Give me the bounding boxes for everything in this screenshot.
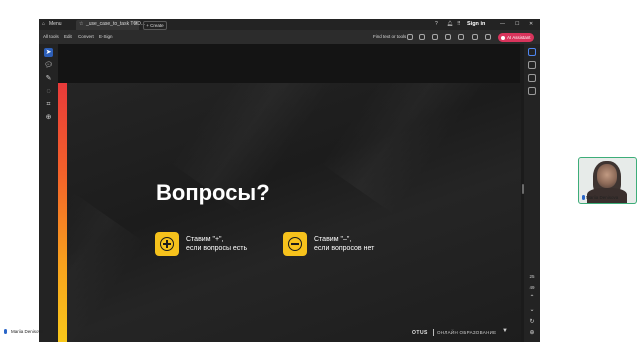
minus-circle-icon [283,232,307,256]
presenter-name: Mariia Denisova [11,329,44,334]
ai-assistant-button[interactable]: AI Assistant [498,33,534,42]
comment-icon[interactable]: 💬︎ [44,61,53,70]
right-tools-panel: 25 49 ⌃ ⌄ ↻ ⊕ [524,44,540,342]
top-toolbar: All tools Edit Convert E-Sign Find text … [39,30,540,44]
comments-panel-icon[interactable] [528,61,536,69]
current-page-number[interactable]: 25 [526,273,538,280]
stamp-icon[interactable]: ⊕ [44,113,53,122]
previous-page-icon[interactable]: ⌃ [527,294,537,302]
share-icon[interactable] [432,34,438,40]
otus-tagline: ОНЛАЙН ОБРАЗОВАНИЕ [437,330,497,335]
home-icon[interactable]: ⌂ [42,19,45,30]
print-icon[interactable] [407,34,413,40]
participant-face [597,164,617,188]
option-plus-line1: Ставим "+", [186,236,224,243]
esign-button[interactable]: E-Sign [99,30,113,44]
gradient-accent-stripe [58,83,67,342]
convert-button[interactable]: Convert [78,30,94,44]
option-minus-text: Ставим "–", если вопросов нет [314,235,374,253]
slide-background-texture [58,191,146,342]
slide-background-texture [320,83,486,215]
close-tab-icon[interactable]: × [134,19,137,30]
menu-button[interactable]: Menu [49,19,62,30]
microphone-icon [4,329,7,334]
find-text-button[interactable]: Find text or tools [373,30,406,44]
search-icon[interactable] [445,34,451,40]
pen-icon[interactable]: ✎ [44,74,53,83]
participant-name: Mariia Denisova [586,195,619,200]
presentation-slide: Вопросы? Ставим "+", если вопросы есть С… [58,83,521,342]
rotate-icon[interactable]: ↻ [527,318,537,326]
slide-title: Вопросы? [156,180,270,205]
cloud-icon[interactable] [419,34,425,40]
participant-video-tile[interactable]: Mariia Denisova [578,157,637,204]
document-canvas: Вопросы? Ставим "+", если вопросы есть С… [58,44,521,342]
all-tools-button[interactable]: All tools [43,30,59,44]
close-window-icon[interactable]: ✕ [529,19,533,30]
maximize-icon[interactable]: ☐ [515,19,519,30]
link-icon[interactable] [472,34,478,40]
more-icon[interactable] [485,34,491,40]
select-cursor-icon[interactable]: ➤ [44,48,53,57]
star-icon[interactable]: ☆ [79,19,83,30]
chevron-down-icon: ▼ [502,328,508,334]
create-button[interactable]: + Create [143,21,167,30]
minimize-icon[interactable]: — [500,19,505,30]
help-icon[interactable]: ? [435,19,438,30]
notifications-icon[interactable]: 🔔︎ [447,19,453,30]
option-minus-line1: Ставим "–", [314,236,352,243]
next-page-icon[interactable]: ⌄ [527,306,537,314]
text-select-icon[interactable]: ⌗ [44,100,53,109]
option-plus-text: Ставим "+", если вопросы есть [186,235,247,253]
edit-button[interactable]: Edit [64,30,72,44]
plus-circle-icon [155,232,179,256]
ai-sparkle-icon [501,35,505,40]
zoom-in-icon[interactable]: ⊕ [527,329,537,337]
apps-icon[interactable]: ⠿ [457,19,461,30]
option-plus-line2: если вопросы есть [186,245,248,252]
footer-separator [433,329,434,336]
bookmarks-icon[interactable] [528,74,536,82]
microphone-icon [582,195,585,200]
presenter-name-label: Mariia Denisova [4,329,44,334]
pdf-viewer-window: ⌂ Menu ☆ _use_case_to_task TOD... × + Cr… [39,19,540,342]
edit-pdf-icon[interactable] [528,48,536,56]
sign-in-button[interactable]: Sign in [467,19,485,30]
option-minus-line2: если вопросов нет [314,245,375,252]
otus-logo: OTUS [412,330,428,336]
pages-thumbnail-icon[interactable] [528,87,536,95]
ai-assistant-label: AI Assistant [507,35,531,40]
mail-icon[interactable] [458,34,464,40]
lasso-icon[interactable]: ◌ [44,87,53,96]
title-bar: ⌂ Menu ☆ _use_case_to_task TOD... × + Cr… [39,19,540,30]
total-pages: 49 [529,285,535,290]
left-tools-panel: ➤ 💬︎ ✎ ◌ ⌗ ⊕ [39,44,58,342]
